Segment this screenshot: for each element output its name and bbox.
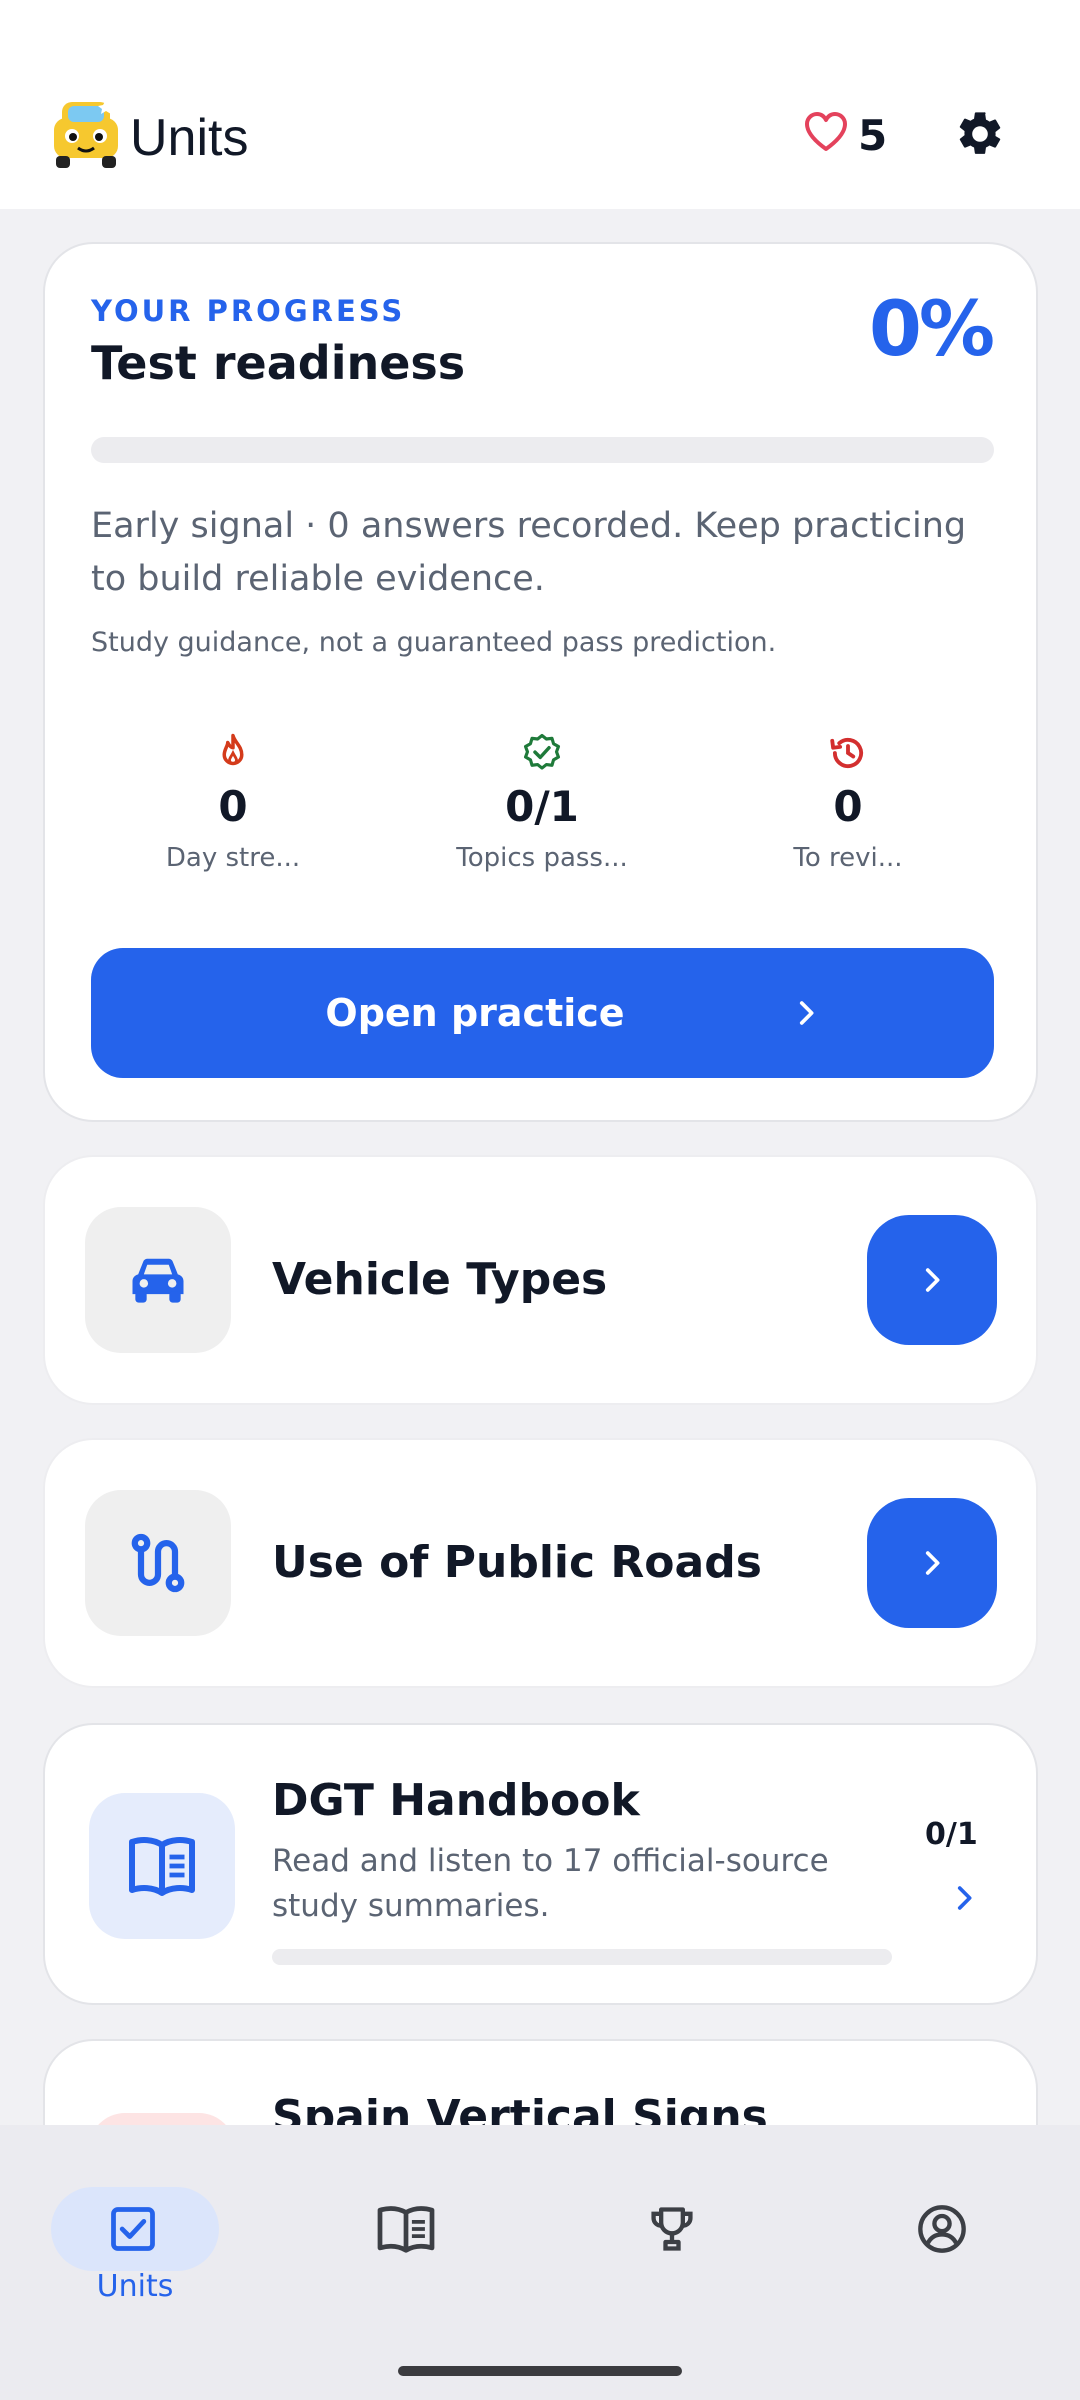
bottom-navigation: Units [0,2125,1080,2400]
checkbox-icon [111,2207,155,2251]
chevron-right-icon [925,1268,940,1292]
flame-icon [222,733,244,766]
route-icon [131,1533,185,1593]
stat-to-review: 0 To revi... [708,732,988,873]
car-mascot-icon [54,100,118,168]
trophy-icon [651,2207,693,2251]
stat-day-streak: 0 Day stre... [93,732,373,873]
heart-icon[interactable] [804,111,848,153]
open-unit-button[interactable] [867,1215,997,1345]
unit-icon-box [85,1490,231,1636]
open-book-icon [129,1837,195,1896]
unit-icon-box [85,1207,231,1353]
book-icon [377,2206,435,2253]
stat-value: 0 [833,782,863,831]
profile-icon [918,2205,966,2253]
open-practice-label: Open practice [325,991,625,1035]
nav-label: Units [96,2269,174,2304]
history-icon [830,737,864,769]
unit-card-public-roads[interactable]: Use of Public Roads [43,1438,1038,1688]
handbook-count: 0/1 [925,1817,978,1852]
stat-label: Day stre... [165,843,301,873]
page-title: Units [130,109,249,167]
progress-eyebrow: YOUR PROGRESS [91,294,406,328]
nav-item-handbook[interactable] [320,2155,490,2295]
open-unit-button[interactable] [867,1498,997,1628]
unit-card-vehicle-types[interactable]: Vehicle Types [43,1155,1038,1405]
nav-item-profile[interactable] [860,2155,1030,2295]
unit-title: Use of Public Roads [272,1537,762,1588]
nav-item-units[interactable]: Units [43,2155,219,2304]
stat-topics-passed: 0/1 Topics pass... [402,732,682,873]
car-icon [132,1258,184,1303]
readiness-percent: 0% [868,284,995,373]
home-indicator[interactable] [398,2366,682,2376]
gear-icon[interactable] [954,108,1006,160]
chevron-right-icon[interactable] [947,1881,981,1915]
verified-badge-icon [523,733,561,770]
nav-item-achievements[interactable] [590,2155,760,2295]
open-practice-button[interactable]: Open practice [91,948,994,1078]
progress-card: YOUR PROGRESS Test readiness 0% Early si… [43,242,1038,1122]
app-header: Units 5 [0,0,1080,209]
handbook-description: Read and listen to 17 official-source st… [272,1843,829,1924]
lives-count: 5 [858,111,888,160]
signal-text: Early signal · 0 answers recorded. Keep … [91,506,967,599]
stat-value: 0 [218,782,248,831]
chevron-right-icon [799,1001,814,1025]
handbook-title: DGT Handbook [272,1775,640,1826]
stat-label: To revi... [793,843,903,873]
handbook-icon-box [89,1793,235,1939]
progress-title: Test readiness [91,336,466,390]
handbook-card[interactable]: DGT Handbook Read and listen to 17 offic… [43,1723,1038,2005]
stat-value: 0/1 [505,782,579,831]
chevron-right-icon [925,1551,940,1575]
disclaimer-text: Study guidance, not a guaranteed pass pr… [91,627,777,658]
stat-label: Topics pass... [456,843,628,873]
handbook-progress-bar [272,1949,892,1965]
unit-title: Vehicle Types [272,1254,608,1305]
readiness-progress-bar [91,437,994,463]
